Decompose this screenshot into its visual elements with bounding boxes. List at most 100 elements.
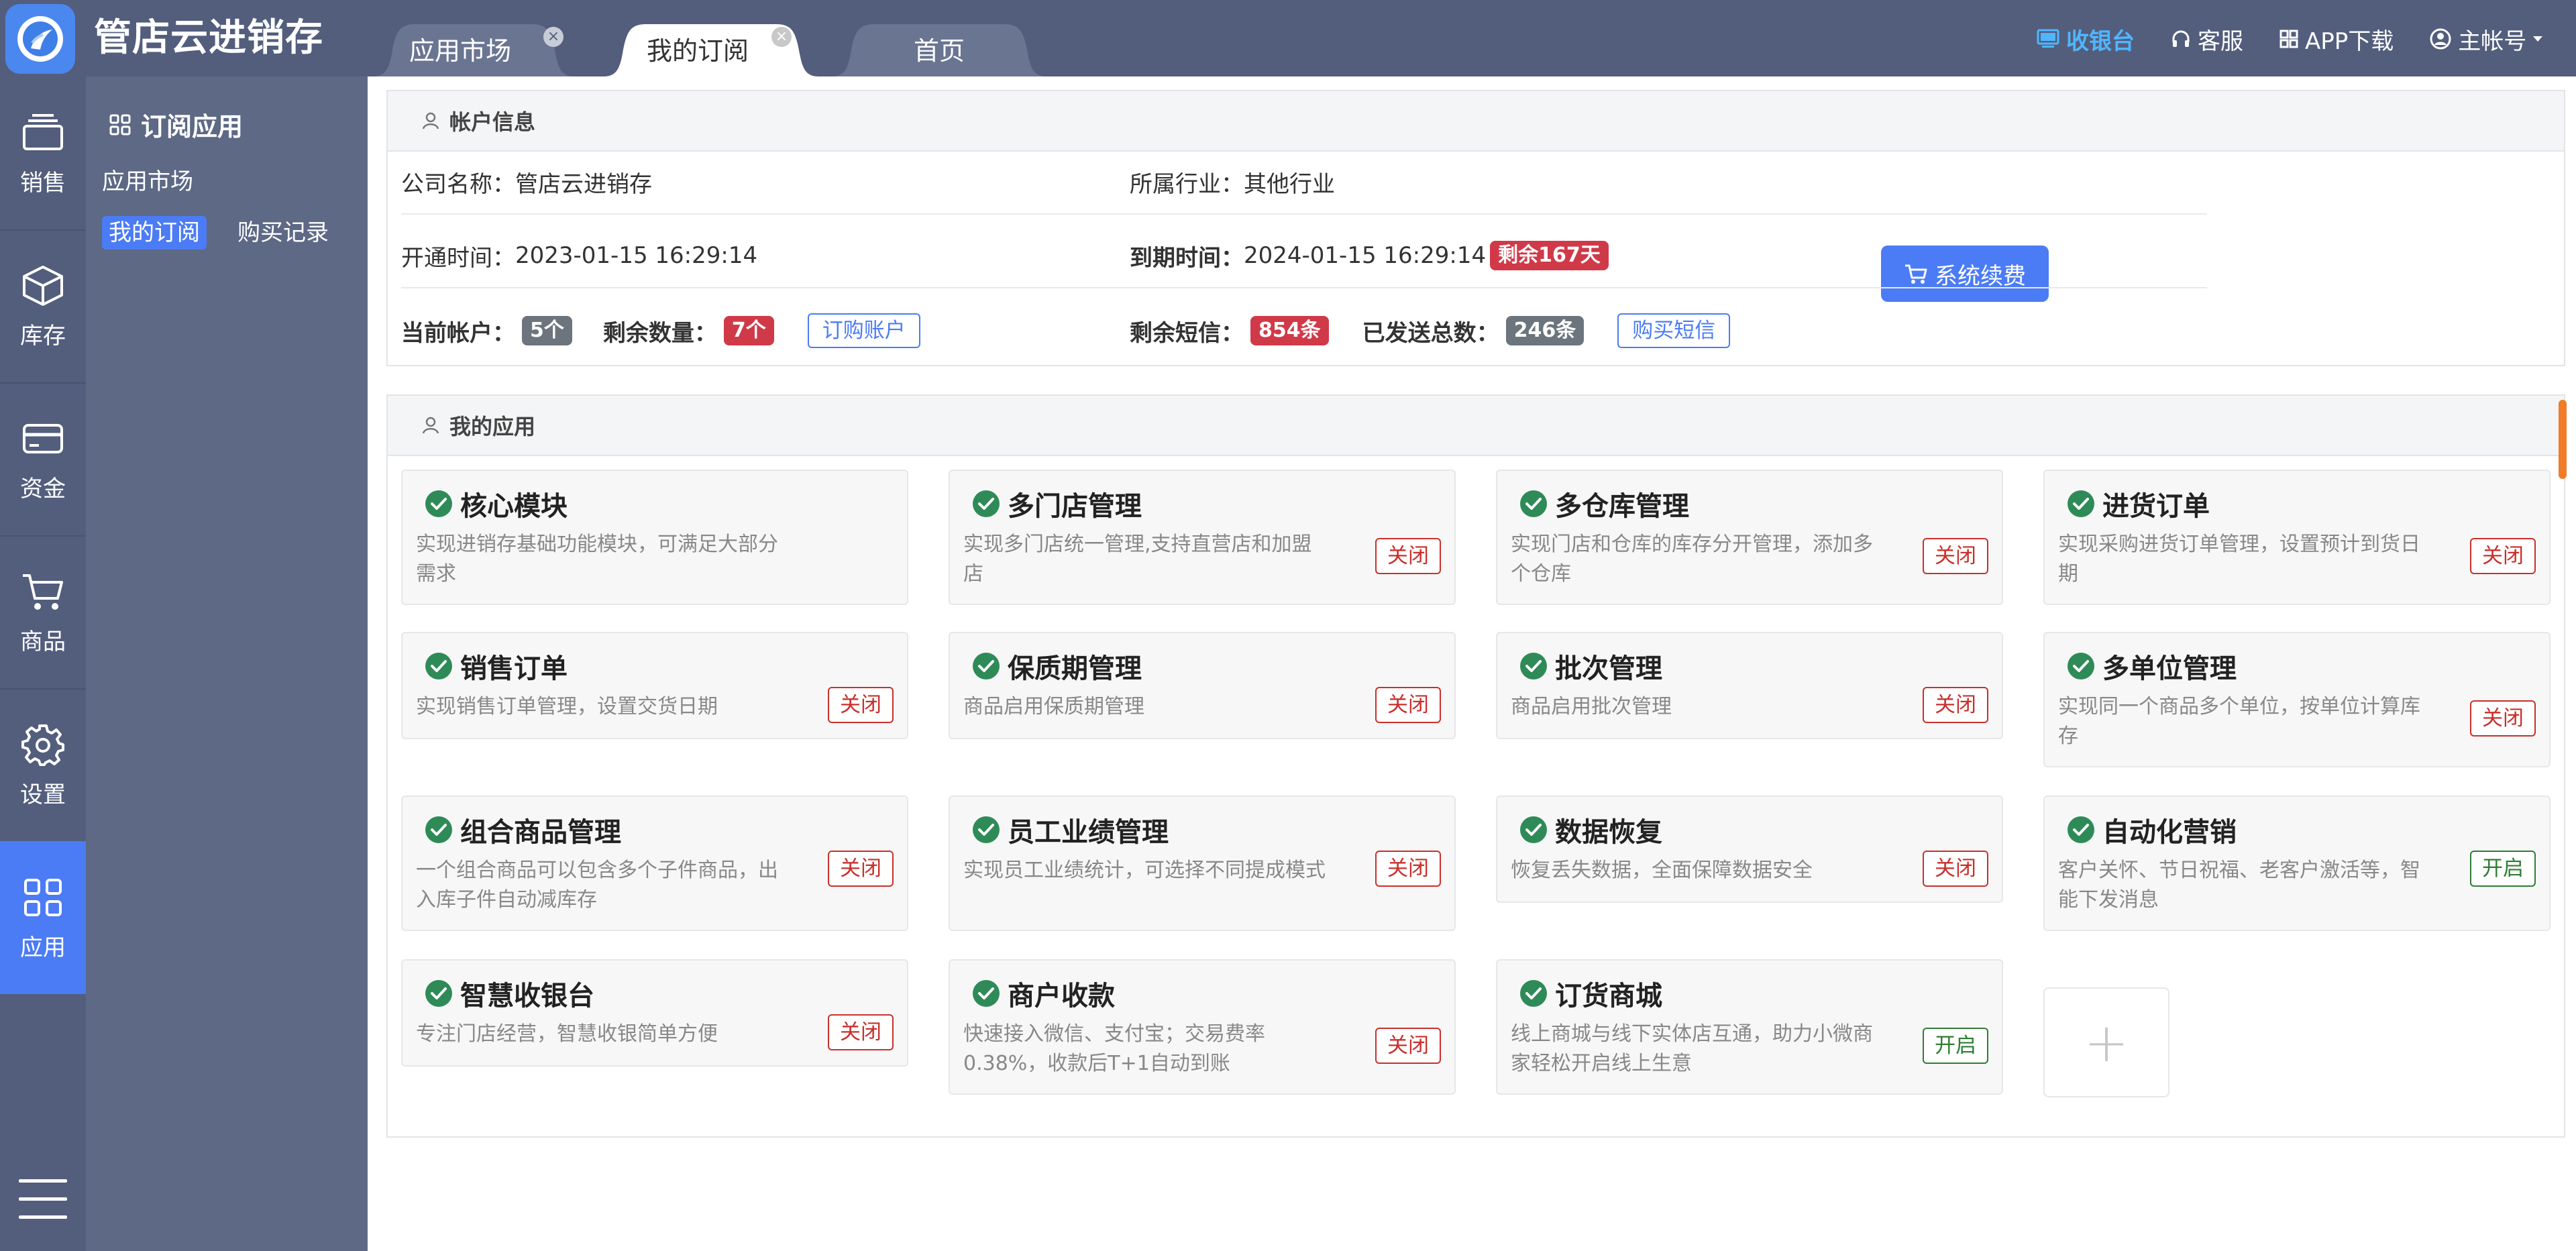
app-card[interactable]: 销售订单实现销售订单管理，设置交货日期 关闭 — [401, 632, 908, 739]
submenu-title-label: 订阅应用 — [141, 112, 244, 142]
app-card-name: 销售订单 — [460, 653, 568, 684]
disable-button[interactable]: 关闭 — [1923, 687, 1988, 723]
tab-my-subscriptions[interactable]: 我的订阅 × — [604, 20, 818, 76]
disable-button[interactable]: 关闭 — [1923, 851, 1988, 887]
sidebar-item-sales[interactable]: 销售 — [0, 76, 86, 229]
user-circle-icon — [2430, 28, 2451, 50]
app-download-link[interactable]: APP下载 — [2279, 23, 2394, 56]
app-card[interactable]: 核心模块 实现进销存基础功能模块，可满足大部分需求 — [401, 470, 908, 605]
inventory-box-icon — [23, 266, 63, 306]
disable-button[interactable]: 关闭 — [828, 687, 894, 723]
accounts-row: 当前帐户： 5个 剩余数量： 7个 订购账户 — [401, 313, 920, 348]
app-card-description: 实现同一个商品多个单位，按单位计算库存 — [2058, 695, 2420, 748]
app-card[interactable]: 商户收款 快速接入微信、支付宝；交易费率0.38%，收款后T+1自动到账 关闭 — [949, 959, 1456, 1095]
open-time-value: 2023-01-15 16:29:14 — [515, 242, 758, 269]
panel-title: 帐户信息 — [449, 109, 536, 135]
app-card[interactable]: 自动化营销 客户关怀、节日祝福、老客户激活等，智能下发消息 开启 — [2043, 796, 2551, 931]
cashier-link[interactable]: 收银台 — [2037, 23, 2135, 56]
app-card-name: 多仓库管理 — [1555, 491, 1689, 522]
app-card-description: 商品启用保质期管理 — [963, 695, 1144, 718]
sms-row: 剩余短信： 854条 已发送总数： 246条 购买短信 — [1130, 313, 1731, 348]
tab-label: 首页 — [913, 36, 965, 66]
app-card-name: 组合商品管理 — [460, 817, 621, 848]
disable-button[interactable]: 关闭 — [2470, 700, 2536, 737]
check-circle-icon — [2068, 816, 2094, 843]
disable-button[interactable]: 关闭 — [1375, 538, 1441, 574]
disable-button[interactable]: 关闭 — [1375, 687, 1441, 723]
app-card[interactable]: 数据恢复 恢复丢失数据，全面保障数据安全 关闭 — [1496, 796, 2003, 903]
main-content: 帐户信息 公司名称： 管店云进销存 所属行业： 其他行业 开通时间： 2023-… — [368, 76, 2576, 1251]
sms-sent-label: 已发送总数： — [1362, 319, 1499, 347]
disable-button[interactable]: 关闭 — [828, 851, 894, 887]
app-card-description: 实现销售订单管理，设置交货日期 — [416, 695, 718, 718]
check-circle-icon — [2068, 653, 2094, 679]
sms-left-label: 剩余短信： — [1130, 319, 1244, 347]
app-card-name: 核心模块 — [460, 491, 568, 522]
sidebar-item-funds[interactable]: 资金 — [0, 382, 86, 535]
app-card-name: 员工业绩管理 — [1008, 817, 1169, 848]
renew-system-button[interactable]: 系统续费 — [1881, 246, 2049, 302]
grid-icon — [109, 114, 131, 135]
tab-app-market[interactable]: 应用市场 × — [373, 20, 574, 76]
scrollbar-thumb[interactable] — [2559, 400, 2567, 479]
app-card[interactable]: 保质期管理商品启用保质期管理 关闭 — [949, 632, 1456, 739]
app-card-description: 线上商城与线下实体店互通，助力小微商家轻松开启线上生意 — [1511, 1022, 1873, 1075]
sidebar-label: 库存 — [20, 323, 66, 349]
app-card-description: 专注门店经营，智慧收银简单方便 — [416, 1022, 718, 1046]
remaining-qty-badge: 7个 — [723, 316, 774, 345]
buy-sms-button[interactable]: 购买短信 — [1617, 313, 1731, 348]
gear-icon — [21, 724, 64, 766]
app-card-title: 保质期管理 — [973, 647, 1142, 686]
submenu-my-subscriptions[interactable]: 我的订阅 — [102, 216, 207, 250]
sidebar-item-apps[interactable]: 应用 — [0, 841, 86, 994]
submenu-app-market[interactable]: 应用市场 — [102, 165, 193, 199]
check-circle-icon — [1520, 816, 1547, 843]
buy-accounts-button[interactable]: 订购账户 — [807, 313, 920, 348]
sidebar-item-settings[interactable]: 设置 — [0, 688, 86, 841]
disable-button[interactable]: 关闭 — [1923, 538, 1988, 574]
check-circle-icon — [973, 490, 1000, 517]
sidebar-item-products[interactable]: 商品 — [0, 535, 86, 688]
tab-close-icon[interactable]: × — [543, 27, 564, 47]
app-card[interactable]: 组合商品管理一个组合商品可以包含多个子件商品，出入库子件自动减库存 关闭 — [401, 796, 908, 931]
main-sidebar: 销售 库存 资金 商品 设置 应用 — [0, 76, 86, 1251]
check-circle-icon — [973, 653, 1000, 679]
app-card-name: 订货商城 — [1555, 981, 1662, 1012]
cashier-label: 收银台 — [2066, 28, 2135, 55]
app-logo-icon[interactable] — [5, 4, 75, 74]
disable-button[interactable]: 关闭 — [1375, 851, 1441, 887]
app-card[interactable]: 批次管理 商品启用批次管理 关闭 — [1496, 632, 2003, 739]
service-link[interactable]: 客服 — [2171, 23, 2243, 56]
grid-icon — [2279, 30, 2298, 48]
panel-header: 我的应用 — [388, 396, 2564, 456]
app-card[interactable]: 进货订单 实现采购进货订单管理，设置预计到货日期 关闭 — [2043, 470, 2551, 605]
top-header: 管店云进销存 应用市场 × 我的订阅 × 首页 收银台 客服 APP下载 主帐号 — [0, 0, 2576, 76]
tab-home[interactable]: 首页 — [832, 20, 1046, 76]
check-circle-icon — [425, 980, 452, 1007]
account-menu[interactable]: 主帐号 — [2430, 23, 2544, 56]
enable-button[interactable]: 开启 — [2470, 851, 2536, 887]
app-card[interactable]: 多单位管理 实现同一个商品多个单位，按单位计算库存 关闭 — [2043, 632, 2551, 767]
app-card[interactable]: 订货商城线上商城与线下实体店互通，助力小微商家轻松开启线上生意 开启 — [1496, 959, 2003, 1095]
hamburger-menu-icon[interactable] — [19, 1179, 67, 1219]
submenu-purchase-records[interactable]: 购买记录 — [237, 216, 329, 250]
disable-button[interactable]: 关闭 — [1375, 1028, 1441, 1064]
submenu-title: 订阅应用 — [109, 106, 243, 143]
tab-close-icon[interactable]: × — [771, 27, 792, 47]
app-card[interactable]: 多仓库管理 实现门店和仓库的库存分开管理，添加多个仓库 关闭 — [1496, 470, 2003, 605]
app-card-description: 一个组合商品可以包含多个子件商品，出入库子件自动减库存 — [416, 859, 778, 912]
app-card-title: 核心模块 — [425, 484, 568, 523]
sidebar-item-inventory[interactable]: 库存 — [0, 229, 86, 382]
disable-button[interactable]: 关闭 — [2470, 538, 2536, 574]
app-card[interactable]: 智慧收银台专注门店经营，智慧收银简单方便 关闭 — [401, 959, 908, 1067]
add-app-button[interactable]: + — [2043, 987, 2169, 1097]
app-card[interactable]: 多门店管理 实现多门店统一管理,支持直营店和加盟店 关闭 — [949, 470, 1456, 605]
divider — [401, 287, 2207, 288]
disable-button[interactable]: 关闭 — [828, 1014, 894, 1050]
app-card[interactable]: 员工业绩管理 实现员工业绩统计，可选择不同提成模式 关闭 — [949, 796, 1456, 931]
sub-menu: 订阅应用 应用市场 我的订阅 购买记录 — [86, 76, 368, 1251]
app-card-title: 智慧收银台 — [425, 974, 594, 1013]
enable-button[interactable]: 开启 — [1923, 1028, 1988, 1064]
cart-icon — [1905, 264, 1927, 284]
app-card-description: 快速接入微信、支付宝；交易费率0.38%，收款后T+1自动到账 — [963, 1022, 1265, 1075]
